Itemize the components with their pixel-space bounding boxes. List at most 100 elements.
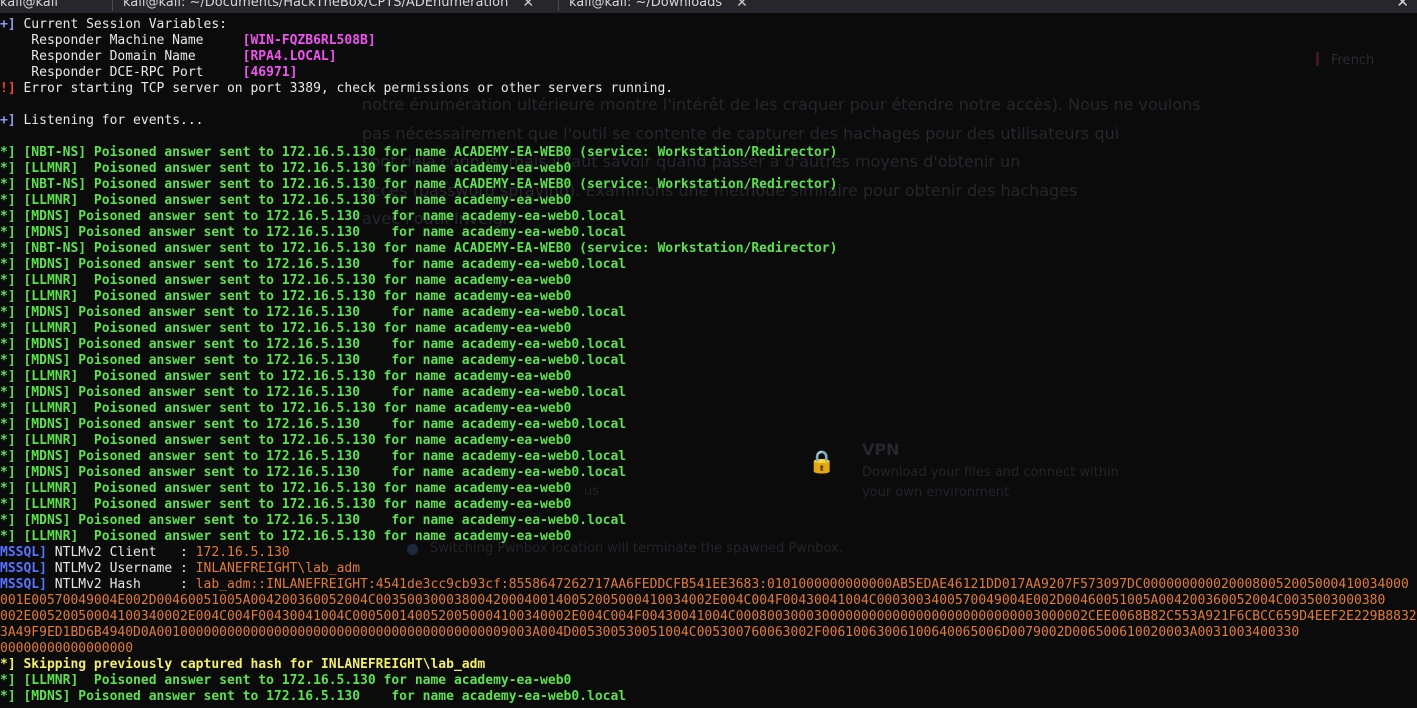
terminal-text: [46971]	[242, 65, 298, 80]
terminal-text: +]	[0, 17, 24, 32]
tab-title: kali@kali: ~/Documents/HackTheBox/CPTS/A…	[123, 0, 509, 10]
terminal-text: *] [MDNS] Poisoned answer sent to 172.16…	[0, 417, 627, 432]
terminal-line: *] [NBT-NS] Poisoned answer sent to 172.…	[0, 241, 837, 257]
terminal-text: *] [LLMNR] Poisoned answer sent to 172.1…	[0, 321, 572, 336]
terminal-output[interactable]: +] Current Session Variables: Responder …	[0, 13, 1417, 708]
terminal-text: *] [LLMNR] Poisoned answer sent to 172.1…	[0, 401, 572, 416]
tab-adenumeration[interactable]: kali@kali: ~/Documents/HackTheBox/CPTS/A…	[112, 0, 534, 12]
terminal-line: *] Skipping previously captured hash for…	[0, 657, 485, 673]
terminal-line: *] [LLMNR] Poisoned answer sent to 172.1…	[0, 673, 571, 689]
terminal-text: lab_adm::INLANEFREIGHT:4541de3cc9cb93cf:…	[195, 577, 1409, 592]
terminal-text: *] [NBT-NS] Poisoned answer sent to 172.…	[0, 145, 838, 160]
terminal-line: 00000000000000000	[0, 641, 133, 657]
terminal-text: INLANEFREIGHT\lab_adm	[195, 561, 361, 576]
terminal-text: Responder Machine Name	[0, 33, 243, 48]
terminal-text: +]	[0, 113, 24, 128]
terminal-line: MSSQL] NTLMv2 Client : 172.16.5.130	[0, 545, 290, 561]
terminal-tab-bar: kali@kali kali@kali: ~/Documents/HackThe…	[0, 0, 1417, 13]
window-close-icon[interactable]: ✕	[1396, 0, 1409, 11]
terminal-text: Current Session Variables:	[23, 17, 227, 32]
terminal-text: *] Skipping previously captured hash for…	[0, 657, 486, 672]
terminal-line: *] [MDNS] Poisoned answer sent to 172.16…	[0, 257, 626, 273]
terminal-line: *] [LLMNR] Poisoned answer sent to 172.1…	[0, 497, 571, 513]
terminal-text: *] [MDNS] Poisoned answer sent to 172.16…	[0, 385, 627, 400]
terminal-text: *] [MDNS] Poisoned answer sent to 172.16…	[0, 257, 627, 272]
terminal-text: NTLMv2 Client :	[46, 545, 196, 560]
terminal-line: Responder Domain Name [RPA4.LOCAL]	[0, 49, 336, 65]
terminal-text: *] [LLMNR] Poisoned answer sent to 172.1…	[0, 193, 572, 208]
terminal-line: MSSQL] NTLMv2 Hash : lab_adm::INLANEFREI…	[0, 577, 1409, 593]
terminal-text: *] [MDNS] Poisoned answer sent to 172.16…	[0, 449, 627, 464]
terminal-line: Responder DCE-RPC Port [46971]	[0, 65, 297, 81]
tab-downloads[interactable]: kali@kali: ~/Downloads ✕	[558, 0, 748, 12]
terminal-line: +] Current Session Variables:	[0, 17, 227, 33]
terminal-line: *] [MDNS] Poisoned answer sent to 172.16…	[0, 449, 626, 465]
terminal-line: *] [LLMNR] Poisoned answer sent to 172.1…	[0, 161, 571, 177]
terminal-text: 00000000000000000	[0, 641, 134, 656]
close-icon[interactable]: ✕	[522, 0, 534, 11]
terminal-line: *] [MDNS] Poisoned answer sent to 172.16…	[0, 305, 626, 321]
terminal-line: *] [MDNS] Poisoned answer sent to 172.16…	[0, 225, 626, 241]
terminal-text: Responder DCE-RPC Port	[0, 65, 243, 80]
terminal-line: !] Error starting TCP server on port 338…	[0, 81, 673, 97]
terminal-text: MSSQL]	[0, 577, 47, 592]
tab-separator	[112, 0, 113, 11]
terminal-text: MSSQL]	[0, 545, 47, 560]
terminal-text: *] [LLMNR] Poisoned answer sent to 172.1…	[0, 433, 572, 448]
terminal-text: 172.16.5.130	[195, 545, 290, 560]
close-icon[interactable]: ✕	[736, 0, 748, 11]
terminal-text: *] [LLMNR] Poisoned answer sent to 172.1…	[0, 529, 572, 544]
terminal-text: *] [LLMNR] Poisoned answer sent to 172.1…	[0, 161, 572, 176]
terminal-line: *] [LLMNR] Poisoned answer sent to 172.1…	[0, 529, 571, 545]
terminal-line: 3A49F9ED1BD6B4940D0A00100000000000000000…	[0, 625, 1299, 641]
terminal-line: Responder Machine Name [WIN-FQZB6RL508B]	[0, 33, 376, 49]
terminal-text: MSSQL]	[0, 561, 47, 576]
terminal-line: *] [NBT-NS] Poisoned answer sent to 172.…	[0, 145, 837, 161]
terminal-text: *] [MDNS] Poisoned answer sent to 172.16…	[0, 337, 627, 352]
terminal-text: *] [LLMNR] Poisoned answer sent to 172.1…	[0, 673, 572, 688]
terminal-text: *] [LLMNR] Poisoned answer sent to 172.1…	[0, 289, 572, 304]
terminal-text: 3A49F9ED1BD6B4940D0A00100000000000000000…	[0, 625, 1300, 640]
terminal-line: MSSQL] NTLMv2 Username : INLANEFREIGHT\l…	[0, 561, 360, 577]
tab-title: kali@kali: ~/Downloads	[569, 0, 723, 10]
terminal-line: *] [LLMNR] Poisoned answer sent to 172.1…	[0, 369, 571, 385]
terminal-line: *] [LLMNR] Poisoned answer sent to 172.1…	[0, 321, 571, 337]
terminal-line: *] [LLMNR] Poisoned answer sent to 172.1…	[0, 433, 571, 449]
terminal-text: 2E004C004F00430041004C000300340057004900…	[704, 593, 1386, 608]
terminal-line: *] [MDNS] Poisoned answer sent to 172.16…	[0, 465, 626, 481]
terminal-line: *] [LLMNR] Poisoned answer sent to 172.1…	[0, 401, 571, 417]
terminal-line: *] [MDNS] Poisoned answer sent to 172.16…	[0, 385, 626, 401]
terminal-line: +] Listening for events...	[0, 113, 204, 129]
terminal-line: *] [MDNS] Poisoned answer sent to 172.16…	[0, 353, 626, 369]
terminal-text: *] [LLMNR] Poisoned answer sent to 172.1…	[0, 481, 572, 496]
terminal-text: *] [LLMNR] Poisoned answer sent to 172.1…	[0, 497, 572, 512]
terminal-line: *] [LLMNR] Poisoned answer sent to 172.1…	[0, 193, 571, 209]
terminal-text: NTLMv2 Username :	[46, 561, 196, 576]
terminal-text: 002E00520050004100340002E004C004F0043004…	[0, 609, 1417, 624]
tab-separator	[558, 0, 559, 11]
terminal-text: NTLMv2 Hash :	[46, 577, 196, 592]
terminal-text: [WIN-FQZB6RL508B]	[242, 33, 376, 48]
terminal-line: *] [LLMNR] Poisoned answer sent to 172.1…	[0, 289, 571, 305]
terminal-line: *] [MDNS] Poisoned answer sent to 172.16…	[0, 513, 626, 529]
terminal-text: Listening for events...	[23, 113, 204, 128]
terminal-text: 001E00570049004E002D00460051005A00420036…	[0, 593, 705, 608]
terminal-text: *] [MDNS] Poisoned answer sent to 172.16…	[0, 353, 627, 368]
terminal-text: *] [NBT-NS] Poisoned answer sent to 172.…	[0, 177, 838, 192]
terminal-text: *] [MDNS] Poisoned answer sent to 172.16…	[0, 465, 627, 480]
tab-leftover[interactable]: kali@kali	[0, 0, 58, 12]
terminal-text: *] [LLMNR] Poisoned answer sent to 172.1…	[0, 369, 572, 384]
terminal-line: *] [LLMNR] Poisoned answer sent to 172.1…	[0, 273, 571, 289]
terminal-text: !]	[0, 81, 24, 96]
terminal-text: Responder Domain Name	[0, 49, 243, 64]
terminal-text: *] [MDNS] Poisoned answer sent to 172.16…	[0, 209, 627, 224]
terminal-line: 002E00520050004100340002E004C004F0043004…	[0, 609, 1417, 625]
terminal-text: *] [NBT-NS] Poisoned answer sent to 172.…	[0, 241, 838, 256]
terminal-line: *] [LLMNR] Poisoned answer sent to 172.1…	[0, 481, 571, 497]
terminal-text: Error starting TCP server on port 3389, …	[23, 81, 674, 96]
terminal-text: *] [MDNS] Poisoned answer sent to 172.16…	[0, 305, 627, 320]
terminal-line: *] [MDNS] Poisoned answer sent to 172.16…	[0, 337, 626, 353]
terminal-text: *] [LLMNR] Poisoned answer sent to 172.1…	[0, 273, 572, 288]
terminal-line: *] [MDNS] Poisoned answer sent to 172.16…	[0, 417, 626, 433]
terminal-text: *] [MDNS] Poisoned answer sent to 172.16…	[0, 689, 627, 704]
